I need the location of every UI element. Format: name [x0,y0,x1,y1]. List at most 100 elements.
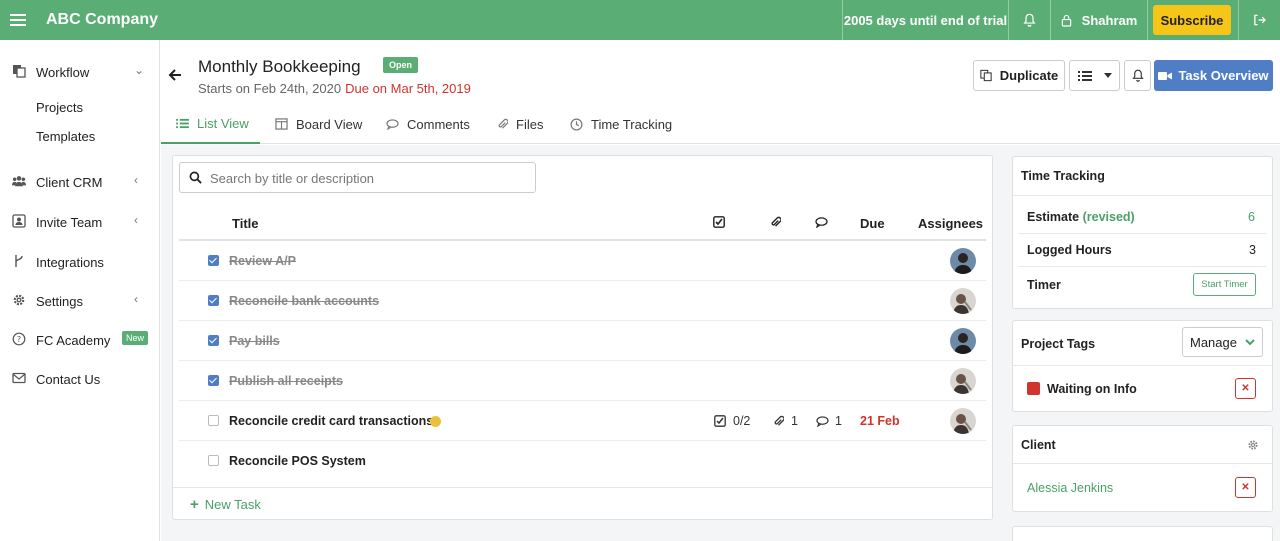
video-camera-icon [1158,71,1173,80]
table-row[interactable]: Reconcile bank accounts [179,281,986,321]
close-icon: ✕ [1241,482,1250,493]
estimate-label: Estimate (revised) [1027,210,1135,224]
logout-button[interactable] [1238,0,1280,40]
task-title: Monthly Bookkeeping [198,57,361,76]
comment-icon [386,118,399,130]
search-input[interactable] [210,169,530,187]
task-dates: Starts on Feb 24th, 2020 Due on Mar 5th, … [198,81,471,96]
subscribe-button[interactable]: Subscribe [1153,5,1231,35]
column-assignees[interactable]: Assignees [918,216,983,231]
tab-files[interactable]: Files [497,104,543,144]
table-row[interactable]: Reconcile credit card transactions 0/2 1… [179,401,986,441]
estimate-value: 6 [1248,210,1255,224]
top-bar: ABC Company 2005 days until end of trial… [0,0,1280,40]
sidebar-item-client-crm[interactable]: Client CRM ‹ [0,170,159,194]
list-options-dropdown[interactable] [1069,60,1120,91]
divider [1019,266,1266,267]
help-circle-icon: ? [12,332,26,346]
task-title[interactable]: Publish all receipts [229,374,343,388]
task-title[interactable]: Reconcile POS System [229,454,366,468]
table-row[interactable]: Reconcile POS System [179,441,986,481]
tab-comments[interactable]: Comments [386,104,470,144]
column-attachments[interactable] [770,216,782,232]
sidebar-item-label: Settings [36,294,83,309]
sidebar-item-settings[interactable]: Settings ‹ [0,289,159,313]
hamburger-menu-icon[interactable] [10,11,26,29]
task-checkbox[interactable] [208,255,219,266]
task-title[interactable]: Pay bills [229,334,280,348]
task-checkbox[interactable] [208,335,219,346]
task-notifications-button[interactable] [1124,60,1151,91]
task-overview-button[interactable]: Task Overview [1154,60,1273,91]
task-checkbox[interactable] [208,295,219,306]
back-button[interactable] [168,66,182,87]
avatar[interactable] [950,248,976,274]
notifications-button[interactable] [1008,0,1050,40]
gear-icon[interactable] [1247,439,1259,451]
sidebar-item-label: Workflow [36,65,90,80]
logged-hours-value: 3 [1249,243,1256,257]
comment-icon [815,217,828,229]
avatar[interactable] [950,288,976,314]
start-timer-button[interactable]: Start Timer [1193,273,1256,296]
tab-label: List View [197,115,249,131]
table-row[interactable]: Publish all receipts [179,361,986,401]
sidebar-item-contact-us[interactable]: Contact Us [0,367,159,391]
tag-color-swatch [1027,382,1040,395]
attachment-count: 1 [773,414,798,428]
tab-time-tracking[interactable]: Time Tracking [570,104,672,144]
duplicate-button[interactable]: Duplicate [973,60,1065,91]
clock-icon [570,118,583,130]
task-checkbox[interactable] [208,455,219,466]
close-icon: ✕ [1241,383,1250,394]
avatar[interactable] [950,328,976,354]
tab-list-view[interactable]: List View [161,104,260,144]
arrow-left-icon [168,69,181,81]
column-title[interactable]: Title [232,216,259,231]
column-comments[interactable] [815,216,828,231]
next-panel [1012,526,1273,541]
sidebar-item-invite-team[interactable]: Invite Team ‹ [0,210,159,234]
comment-icon [816,415,829,427]
new-badge: New [122,331,149,345]
new-task-button[interactable]: + New Task [190,496,261,513]
divider [1019,233,1266,234]
user-menu[interactable]: Shahram [1050,0,1147,40]
client-name-link[interactable]: Alessia Jenkins [1027,481,1113,495]
list-icon [176,118,189,128]
users-icon [12,176,26,187]
sidebar-item-integrations[interactable]: Integrations [0,250,159,274]
search-box[interactable] [179,162,536,193]
avatar[interactable] [950,368,976,394]
table-row[interactable]: Review A/P [179,241,986,281]
avatar[interactable] [950,408,976,434]
divider [1013,463,1272,464]
task-title[interactable]: Review A/P [229,254,296,268]
sidebar-item-projects[interactable]: Projects [36,100,83,115]
revised-label: (revised) [1082,210,1135,224]
copy-icon [13,65,26,78]
bell-icon [1023,13,1036,27]
view-tabs: List View Board View Comments Files Time… [161,104,1280,144]
remove-client-button[interactable]: ✕ [1235,477,1256,498]
column-checklist[interactable] [713,216,725,231]
manage-tags-dropdown[interactable]: Manage [1182,327,1263,357]
sidebar-item-fc-academy[interactable]: ? FC Academy New [0,328,159,352]
company-name[interactable]: ABC Company [46,11,158,29]
panel-title: Time Tracking [1021,169,1105,183]
sidebar-item-templates[interactable]: Templates [36,129,95,144]
sidebar-item-workflow[interactable]: Workflow ⌄ [0,60,159,84]
task-checkbox[interactable] [208,415,219,426]
task-checkbox[interactable] [208,375,219,386]
table-row[interactable]: Pay bills [179,321,986,361]
task-title[interactable]: Reconcile credit card transactions [229,414,433,428]
task-title[interactable]: Reconcile bank accounts [229,294,379,308]
tab-board-view[interactable]: Board View [275,104,362,144]
start-date: Starts on Feb 24th, 2020 [198,81,342,96]
remove-tag-button[interactable]: ✕ [1235,378,1256,399]
duplicate-label: Duplicate [999,68,1059,83]
manage-label: Manage [1190,334,1237,350]
column-due[interactable]: Due [860,216,885,231]
sidebar-item-label: Invite Team [36,215,103,230]
panel-title: Project Tags [1021,337,1096,351]
